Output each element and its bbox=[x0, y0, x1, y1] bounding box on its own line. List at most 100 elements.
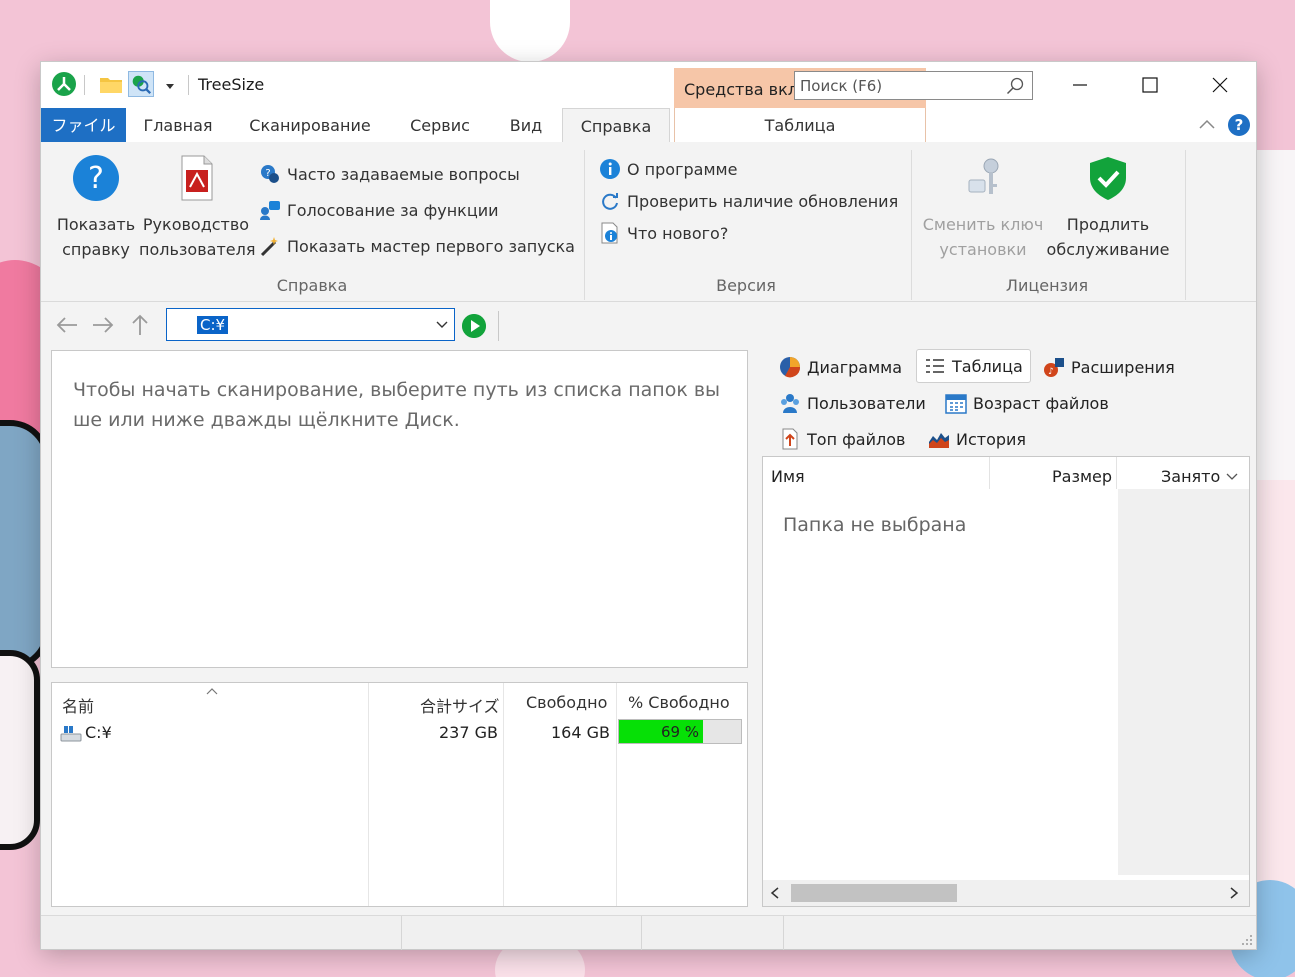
sort-descending-icon[interactable] bbox=[1226, 471, 1238, 481]
title-bar: TreeSize Средства вкл bbox=[41, 62, 1256, 108]
svg-text:?: ? bbox=[265, 168, 270, 179]
users-icon bbox=[781, 394, 799, 413]
about-label: О программе bbox=[627, 159, 738, 179]
search-icon[interactable] bbox=[1006, 77, 1024, 95]
treesize-window: TreeSize Средства вкл ファイル Главная Скани… bbox=[41, 62, 1256, 950]
extend-label-1: Продлить bbox=[1066, 215, 1150, 234]
drive-name: C:¥ bbox=[85, 723, 112, 742]
no-folder-selected-text: Папка не выбрана bbox=[783, 514, 967, 536]
tab-history-label: История bbox=[956, 429, 1027, 449]
pie-chart-icon bbox=[780, 357, 801, 378]
tab-file[interactable]: ファイル bbox=[41, 108, 126, 142]
tab-home[interactable]: Главная bbox=[133, 108, 223, 142]
tab-help[interactable]: Справка bbox=[562, 108, 670, 143]
shield-check-icon bbox=[1090, 157, 1126, 200]
drive-total-size: 237 GB bbox=[439, 723, 498, 742]
whats-new-label: Что нового? bbox=[627, 223, 729, 243]
tab-users[interactable]: Пользователи bbox=[772, 386, 933, 420]
horizontal-scrollbar[interactable] bbox=[763, 880, 1249, 906]
extend-label-2: обслуживание bbox=[1046, 240, 1170, 259]
scroll-left-icon[interactable] bbox=[770, 887, 780, 899]
drives-col-total[interactable]: 合計サイズ bbox=[420, 693, 500, 717]
faq-button[interactable]: ? Часто задаваемые вопросы bbox=[259, 163, 520, 185]
collapse-ribbon-icon[interactable] bbox=[1198, 118, 1216, 130]
tab-chart[interactable]: Диаграмма bbox=[772, 350, 909, 384]
minimize-button[interactable] bbox=[1045, 62, 1115, 108]
forward-arrow-icon[interactable] bbox=[92, 316, 114, 334]
search-box[interactable] bbox=[794, 71, 1033, 100]
faq-label: Часто задаваемые вопросы bbox=[287, 164, 520, 184]
back-arrow-icon[interactable] bbox=[56, 316, 78, 334]
help-circle-icon: ? bbox=[73, 155, 119, 201]
svg-text:♪: ♪ bbox=[1048, 367, 1054, 377]
tab-table[interactable]: Таблица bbox=[916, 349, 1031, 383]
tab-top-files-label: Топ файлов bbox=[807, 429, 906, 449]
show-help-label-2: справку bbox=[62, 240, 130, 259]
whats-new-button[interactable]: Что нового? bbox=[599, 222, 728, 244]
user-guide-button[interactable]: Руководство пользователя bbox=[139, 154, 255, 262]
sort-ascending-icon bbox=[206, 688, 218, 695]
top-files-icon bbox=[782, 428, 798, 450]
tab-scan[interactable]: Сканирование bbox=[237, 108, 383, 142]
close-button[interactable] bbox=[1185, 62, 1255, 108]
drives-col-free[interactable]: Свободно bbox=[526, 693, 607, 712]
help-icon[interactable]: ? bbox=[1227, 113, 1251, 137]
maximize-button[interactable] bbox=[1115, 62, 1185, 108]
start-scan-button[interactable] bbox=[462, 314, 486, 338]
col-size[interactable]: Размер bbox=[1052, 467, 1112, 486]
show-help-button[interactable]: ? Показать справку bbox=[55, 154, 137, 262]
percent-free-bar: 69 % bbox=[618, 719, 742, 744]
check-updates-button[interactable]: Проверить наличие обновления bbox=[599, 190, 898, 212]
chevron-down-icon[interactable] bbox=[435, 317, 449, 331]
about-button[interactable]: О программе bbox=[599, 158, 737, 180]
check-updates-label: Проверить наличие обновления bbox=[627, 191, 899, 211]
tab-extensions[interactable]: ♪ Расширения bbox=[1036, 350, 1182, 384]
vote-features-button[interactable]: Голосование за функции bbox=[259, 199, 499, 221]
drives-col-percent-free[interactable]: % Свободно bbox=[628, 693, 730, 712]
drives-table[interactable]: 名前 合計サイズ Свободно % Свободно C:¥ 237 GB … bbox=[51, 682, 748, 907]
app-title: TreeSize bbox=[198, 75, 265, 94]
drive-icon bbox=[60, 726, 82, 742]
path-value[interactable]: C:¥ bbox=[197, 316, 229, 334]
path-combobox[interactable]: C:¥ bbox=[166, 308, 455, 341]
drive-free-space: 164 GB bbox=[551, 723, 610, 742]
faq-chat-icon: ? bbox=[261, 165, 279, 183]
tab-history[interactable]: История bbox=[921, 422, 1033, 456]
info-icon bbox=[600, 159, 620, 179]
tab-chart-label: Диаграмма bbox=[807, 357, 903, 377]
navigation-bar: C:¥ bbox=[41, 303, 1256, 347]
help-group-label: Справка bbox=[276, 276, 348, 295]
up-arrow-icon[interactable] bbox=[131, 314, 149, 336]
resize-grip-icon[interactable] bbox=[1241, 934, 1253, 946]
tab-table-context[interactable]: Таблица bbox=[674, 108, 926, 142]
tab-top-files[interactable]: Топ файлов bbox=[772, 422, 912, 456]
tab-file-age[interactable]: Возраст файлов bbox=[938, 386, 1116, 420]
folder-tree-panel[interactable]: Чтобы начать сканирование, выберите путь… bbox=[51, 350, 748, 668]
tab-view[interactable]: Вид bbox=[497, 108, 555, 142]
col-allocated[interactable]: Занято bbox=[1161, 467, 1220, 486]
tab-table-label: Таблица bbox=[952, 356, 1023, 376]
treesize-logo-icon[interactable] bbox=[51, 71, 77, 97]
tab-extensions-label: Расширения bbox=[1071, 357, 1175, 377]
scrollbar-thumb[interactable] bbox=[791, 884, 957, 902]
maximize-icon bbox=[1142, 77, 1158, 93]
details-table[interactable]: Имя Размер Занято Папка не выбрана bbox=[762, 456, 1250, 907]
vote-features-label: Голосование за функции bbox=[287, 200, 499, 220]
extend-maintenance-button[interactable]: Продлить обслуживание bbox=[1045, 154, 1171, 262]
quick-access-dropdown-icon[interactable] bbox=[165, 82, 175, 90]
magic-wand-icon bbox=[260, 237, 278, 257]
scan-search-icon[interactable] bbox=[128, 71, 154, 97]
status-bar bbox=[41, 915, 1256, 950]
document-info-icon bbox=[601, 222, 618, 244]
version-group-label: Версия bbox=[716, 276, 776, 295]
tab-service[interactable]: Сервис bbox=[397, 108, 483, 142]
folder-icon[interactable] bbox=[98, 71, 124, 97]
minimize-icon bbox=[1073, 84, 1087, 86]
drives-col-name[interactable]: 名前 bbox=[62, 693, 94, 717]
search-input[interactable] bbox=[800, 76, 1000, 96]
col-name[interactable]: Имя bbox=[771, 467, 805, 486]
change-license-key-button[interactable]: Сменить ключ установки bbox=[921, 154, 1045, 262]
context-tab-group-label: Средства вкл bbox=[684, 80, 797, 99]
first-run-wizard-button[interactable]: Показать мастер первого запуска bbox=[259, 235, 575, 257]
scroll-right-icon[interactable] bbox=[1229, 887, 1239, 899]
